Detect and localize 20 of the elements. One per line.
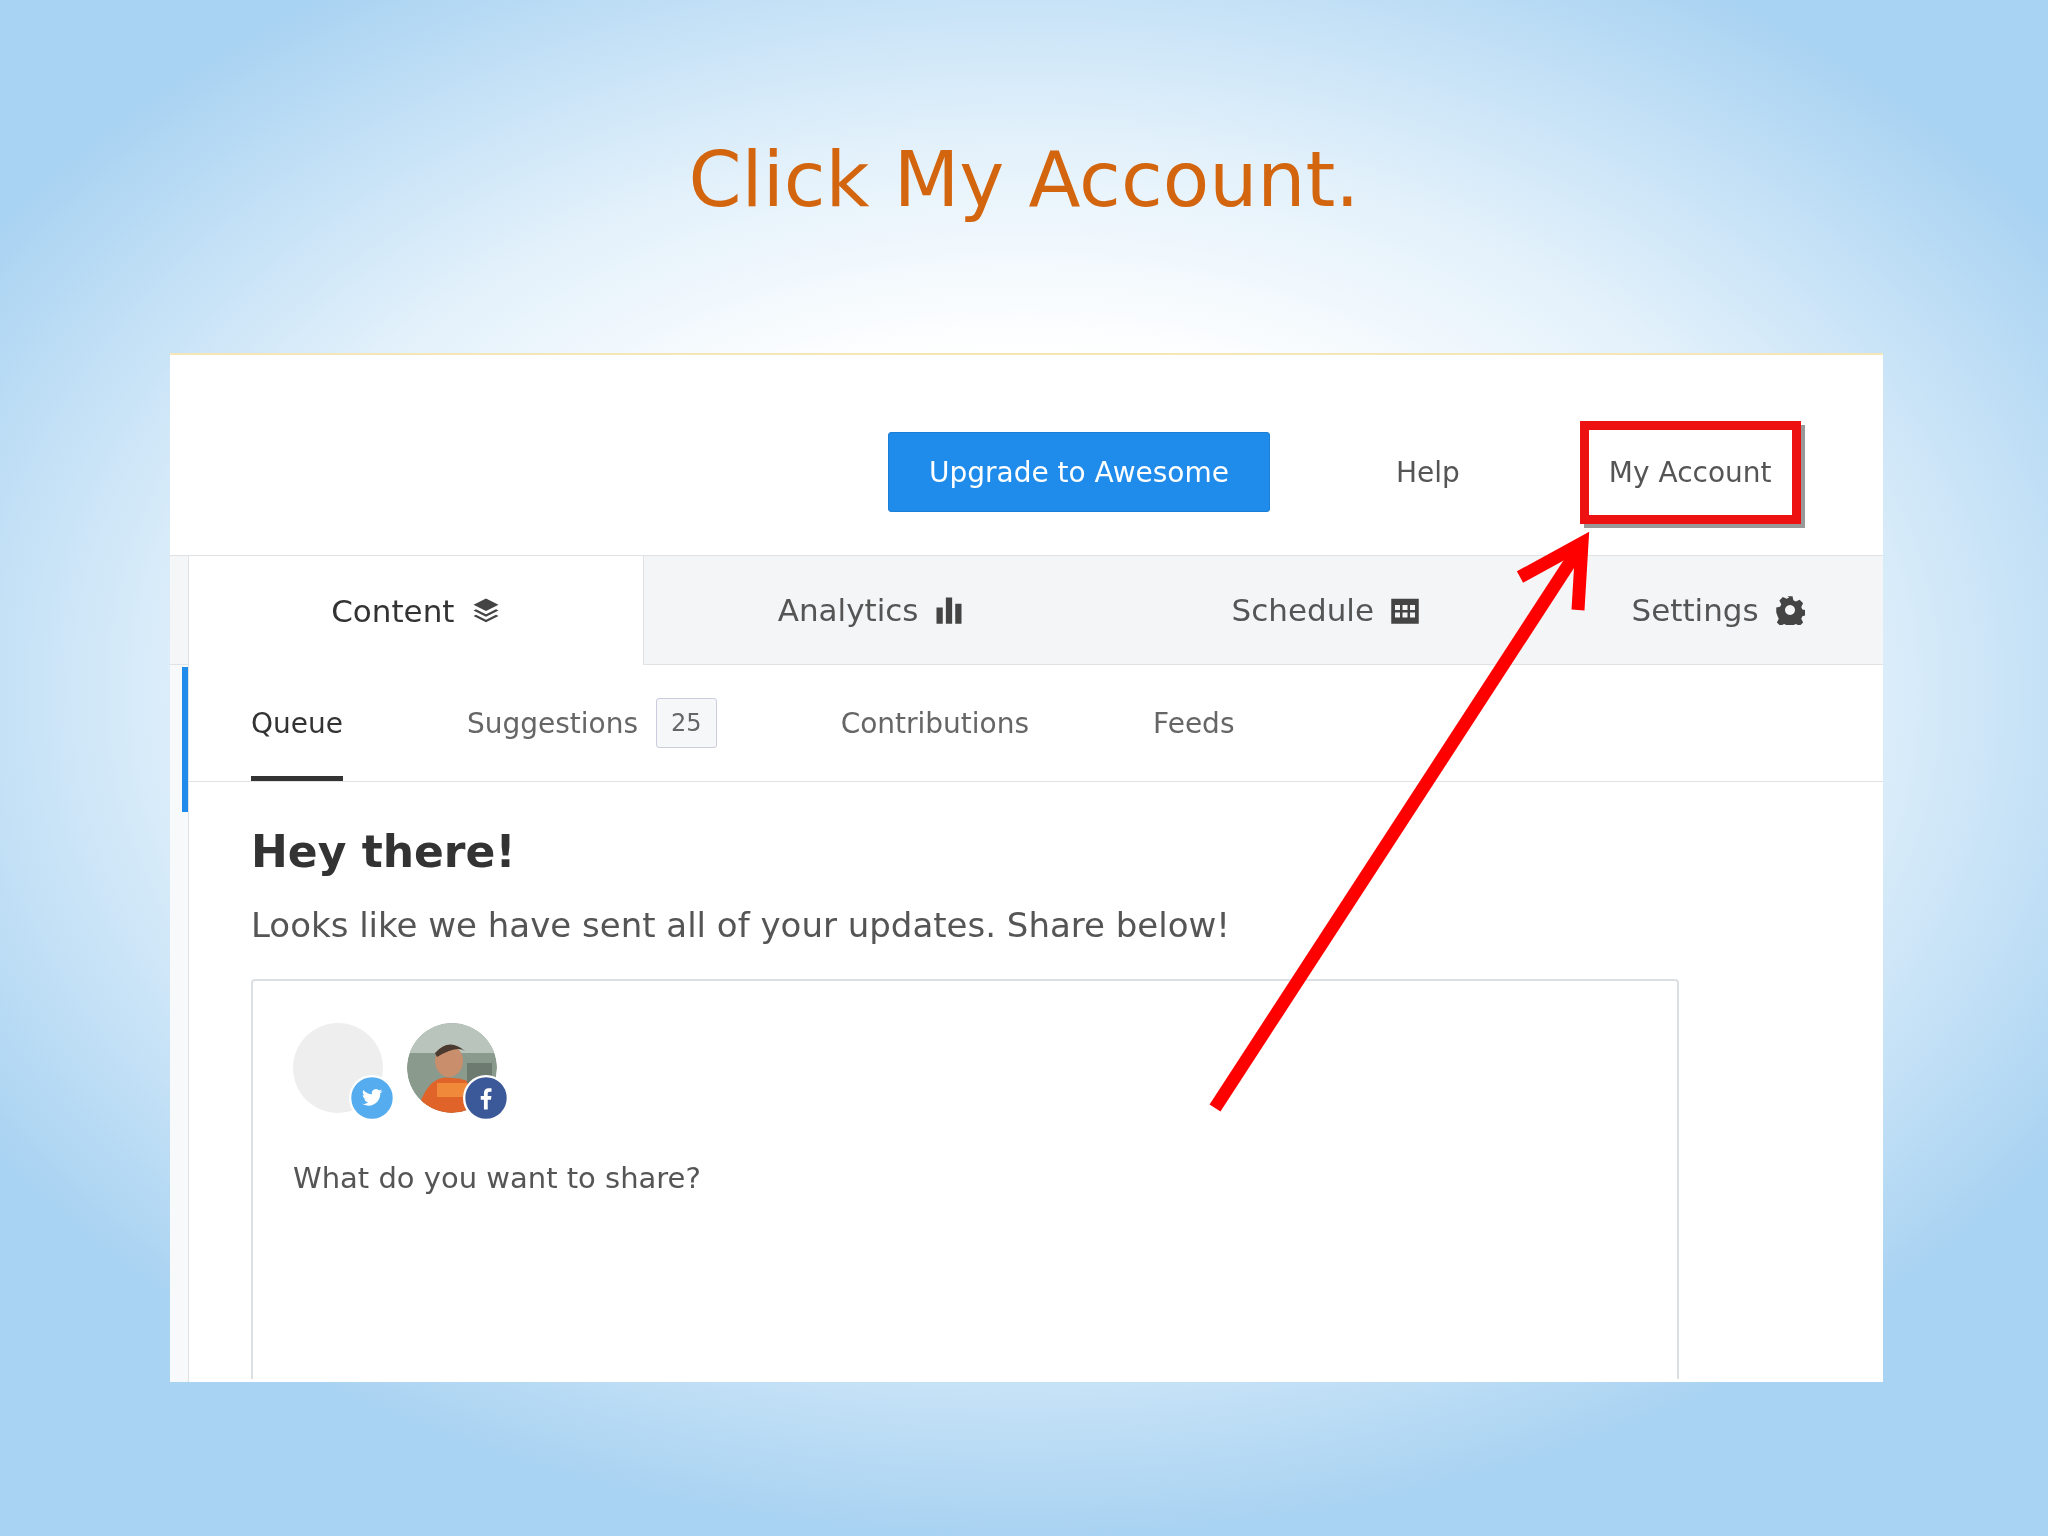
nav-tab[interactable]: Content (189, 556, 644, 665)
help-link[interactable]: Help (1396, 455, 1460, 489)
message: Looks like we have sent all of your updates. Share below! (251, 905, 1231, 945)
account-link[interactable]: My Account (1608, 455, 1772, 489)
count-badge: 25 (656, 698, 717, 748)
bar-chart-icon (934, 595, 965, 625)
upgrade-button[interactable]: Upgrade to Awesome (888, 432, 1270, 512)
subnav-tab[interactable]: Queue (251, 665, 343, 781)
settings-icon (1774, 595, 1805, 625)
subnav-tab[interactable]: Contributions (840, 665, 1030, 781)
bird-icon (349, 1075, 395, 1121)
heading: Hey there! (251, 826, 517, 877)
facebook-icon (463, 1075, 509, 1121)
composer-box[interactable]: What do you want to share? (251, 979, 1679, 1379)
slide-title: Click My Account. (688, 135, 1360, 225)
nav-tab[interactable]: Settings (1553, 556, 1883, 664)
nav-tab[interactable]: Schedule (1098, 556, 1554, 664)
nav-tab[interactable]: Analytics (643, 556, 1099, 664)
subnav-tab[interactable]: Suggestions (467, 665, 639, 781)
subnav-tab[interactable]: Feeds (1153, 665, 1235, 781)
